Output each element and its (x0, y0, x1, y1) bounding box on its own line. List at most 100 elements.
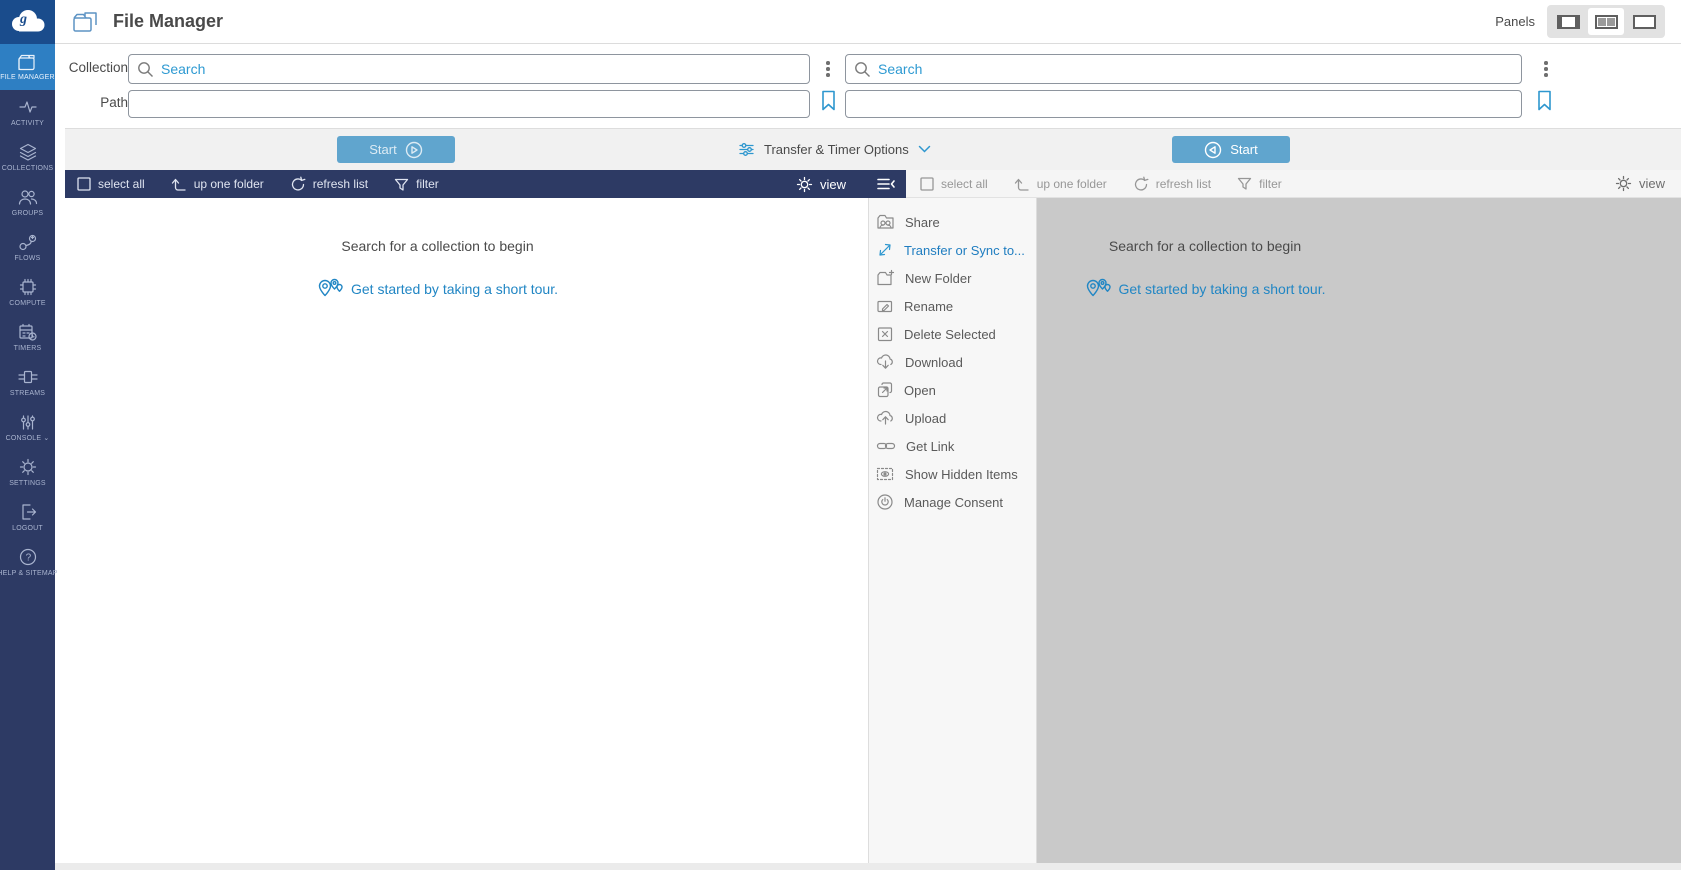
menu-item-label: Upload (905, 411, 946, 426)
page-title: File Manager (113, 11, 223, 32)
globus-logo[interactable]: g (0, 0, 55, 44)
start-button-label: Start (369, 142, 396, 157)
select-all-button[interactable]: select all (920, 177, 988, 191)
svg-text:?: ? (25, 553, 31, 564)
single-panel-button[interactable] (1550, 8, 1586, 35)
transfer-timer-options-toggle[interactable]: Transfer & Timer Options (738, 136, 931, 163)
menu-item-new-folder[interactable]: New Folder (869, 264, 1036, 292)
menu-item-share[interactable]: Share (869, 208, 1036, 236)
open-icon (876, 381, 894, 399)
left-collection-menu-button[interactable] (820, 59, 836, 79)
tour-pins-icon (317, 278, 343, 300)
sidebar-item-activity[interactable]: ACTIVITY (0, 90, 55, 135)
left-collection-search (128, 54, 810, 84)
third-panel-button[interactable] (1626, 8, 1662, 35)
right-collection-search-input[interactable] (845, 54, 1522, 84)
up-one-folder-button[interactable]: up one folder (171, 176, 264, 192)
menu-item-label: Delete Selected (904, 327, 996, 342)
sidebar-item-timers[interactable]: TIMERS (0, 315, 55, 360)
right-empty-state: Search for a collection to begin Get sta… (1037, 198, 1373, 305)
folder-icon (17, 53, 39, 71)
right-start-button[interactable]: Start (1172, 136, 1290, 163)
menu-item-label: Show Hidden Items (905, 467, 1018, 482)
search-icon (854, 61, 871, 78)
left-collection-search-input[interactable] (128, 54, 810, 84)
sidebar-item-groups[interactable]: GROUPS (0, 180, 55, 225)
menu-item-label: Transfer or Sync to... (904, 243, 1025, 258)
empty-message: Search for a collection to begin (65, 238, 810, 254)
menu-item-transfer-or-sync[interactable]: Transfer or Sync to... (869, 236, 1036, 264)
filter-button[interactable]: filter (394, 177, 439, 192)
right-path-input[interactable] (845, 90, 1522, 118)
layers-icon (17, 142, 39, 162)
delete-icon (876, 325, 894, 343)
menu-item-label: Share (905, 215, 940, 230)
right-collection-menu-button[interactable] (1538, 59, 1554, 79)
sidebar-item-compute[interactable]: COMPUTE (0, 270, 55, 315)
menu-item-show-hidden-items[interactable]: Show Hidden Items (869, 460, 1036, 488)
menu-item-label: Open (904, 383, 936, 398)
sidebar-item-flows[interactable]: FLOWS (0, 225, 55, 270)
menu-item-manage-consent[interactable]: Manage Consent (869, 488, 1036, 516)
chip-icon (17, 277, 39, 297)
menu-item-rename[interactable]: Rename (869, 292, 1036, 320)
select-all-button[interactable]: select all (77, 177, 145, 191)
view-button[interactable]: view (796, 176, 846, 193)
left-bookmark-icon[interactable] (821, 90, 836, 111)
dual-panel-button[interactable] (1588, 8, 1624, 35)
collapse-menu-icon[interactable] (876, 176, 896, 192)
menu-item-upload[interactable]: Upload (869, 404, 1036, 432)
right-path-field (845, 90, 1522, 118)
select-all-label: select all (98, 177, 145, 191)
file-manager-folder-icon (71, 10, 99, 34)
up-one-folder-icon (171, 176, 187, 192)
view-button[interactable]: view (1615, 175, 1665, 192)
path-label: Path (66, 95, 128, 110)
play-left-icon (1204, 141, 1222, 159)
console-sliders-icon (17, 412, 39, 432)
menu-item-get-link[interactable]: Get Link (869, 432, 1036, 460)
refresh-list-button[interactable]: refresh list (290, 176, 368, 192)
sidebar-item-console[interactable]: CONSOLE ⌄ (0, 405, 55, 450)
activity-pulse-icon (17, 97, 39, 117)
tour-pins-icon (1085, 278, 1111, 300)
view-label: view (1639, 176, 1665, 191)
app-sidebar: g FILE MANAGER ACTIVITY COLLECTIONS GROU… (0, 0, 55, 870)
sidebar-item-collections[interactable]: COLLECTIONS (0, 135, 55, 180)
menu-item-download[interactable]: Download (869, 348, 1036, 376)
menu-item-open[interactable]: Open (869, 376, 1036, 404)
calendar-clock-icon (17, 322, 39, 342)
refresh-list-button[interactable]: refresh list (1133, 176, 1211, 192)
up-one-folder-button[interactable]: up one folder (1014, 176, 1107, 192)
tour-link[interactable]: Get started by taking a short tour. (1085, 278, 1326, 300)
right-panel-toolbar: select all up one folder refresh list fi… (906, 170, 1681, 198)
gear-icon (17, 457, 39, 477)
sidebar-item-settings[interactable]: SETTINGS (0, 450, 55, 495)
tour-link[interactable]: Get started by taking a short tour. (317, 278, 558, 300)
menu-item-delete-selected[interactable]: Delete Selected (869, 320, 1036, 348)
sidebar-item-label: LOGOUT (12, 525, 43, 533)
collection-label: Collection (66, 60, 128, 75)
right-bookmark-icon[interactable] (1537, 90, 1552, 111)
left-path-input[interactable] (128, 90, 810, 118)
left-start-button[interactable]: Start (337, 136, 455, 163)
people-icon (17, 187, 39, 207)
sidebar-item-streams[interactable]: STREAMS (0, 360, 55, 405)
menu-item-label: Download (905, 355, 963, 370)
show-hidden-eye-icon (876, 466, 895, 482)
checkbox-icon (920, 177, 934, 191)
help-icon: ? (17, 547, 39, 567)
sidebar-item-file-manager[interactable]: FILE MANAGER (0, 44, 55, 90)
sidebar-item-label: FLOWS (15, 255, 41, 263)
filter-button[interactable]: filter (1237, 176, 1282, 191)
menu-item-label: Manage Consent (904, 495, 1003, 510)
sidebar-item-label: TIMERS (14, 345, 42, 353)
sidebar-item-label: COMPUTE (9, 300, 45, 308)
sidebar-item-help-sitemap[interactable]: ? HELP & SITEMAP (0, 540, 55, 585)
refresh-icon (1133, 176, 1149, 192)
link-icon (876, 439, 896, 453)
share-icon (876, 213, 895, 231)
sidebar-item-label: COLLECTIONS (2, 165, 54, 173)
tour-link-label: Get started by taking a short tour. (351, 281, 558, 297)
sidebar-item-logout[interactable]: LOGOUT (0, 495, 55, 540)
